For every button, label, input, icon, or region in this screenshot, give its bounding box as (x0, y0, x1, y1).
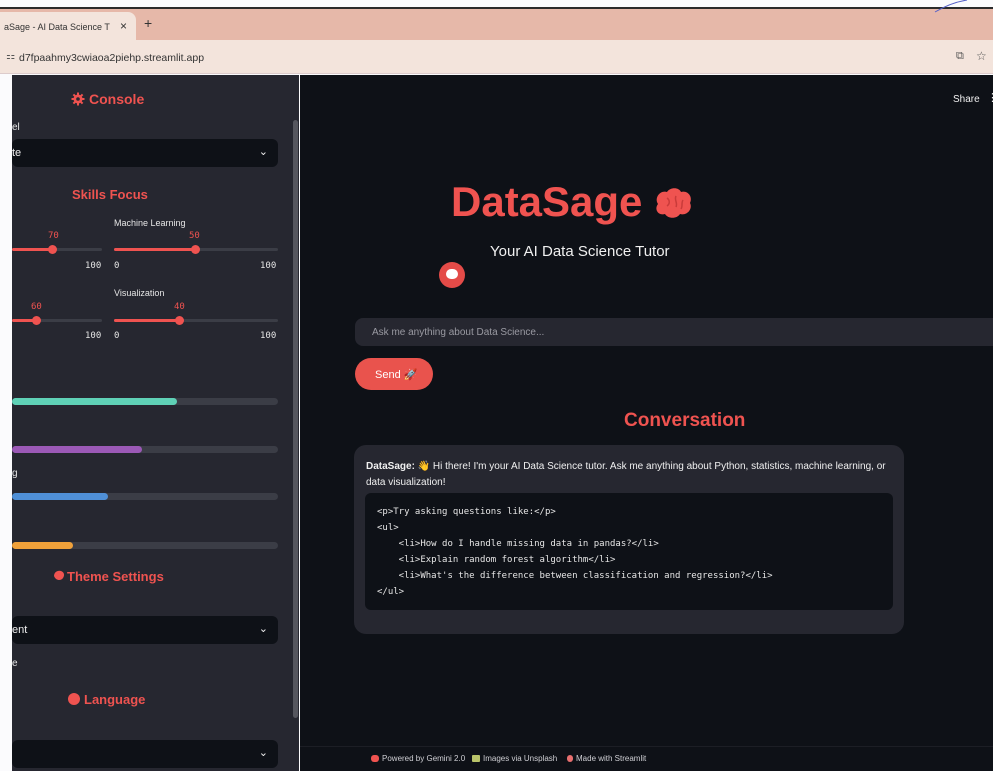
message-text: DataSage: 👋 Hi there! I'm your AI Data S… (366, 459, 896, 491)
tab-close-icon[interactable]: × (120, 19, 127, 33)
theme-select[interactable]: ent ⌄ (12, 616, 278, 644)
model-label: el (12, 122, 20, 133)
slider-label-visualization: Visualization (114, 288, 165, 298)
footer-streamlit-text: Made with Streamlit (576, 754, 647, 763)
message-body: 👋 Hi there! I'm your AI Data Science tut… (366, 461, 886, 488)
model-select[interactable]: te ⌄ (12, 139, 278, 167)
theme-select-value: ent (12, 624, 28, 636)
progress-bar (12, 493, 278, 500)
footer-gemini[interactable]: Powered by Gemini 2.0 (371, 754, 465, 763)
language-select[interactable]: ⌄ (12, 740, 278, 768)
progress-bar (12, 446, 278, 453)
slider-thumb[interactable] (48, 245, 57, 254)
progress-bar-fill (12, 446, 143, 453)
skills-focus-heading: Skills Focus (72, 187, 148, 202)
code-line: <li>How do I handle missing data in pand… (377, 539, 659, 549)
sidebar-scrollbar[interactable] (293, 120, 298, 718)
footer-unsplash-text: Images via Unsplash (483, 754, 558, 763)
send-button[interactable]: Send 🚀 (355, 358, 433, 390)
slider-value: 50 (189, 231, 200, 241)
slider-value: 40 (174, 302, 185, 312)
gear-icon (71, 92, 85, 106)
slider-min: 0 (114, 261, 120, 271)
chat-bubble-icon (446, 269, 458, 279)
slider-thumb[interactable] (32, 316, 41, 325)
slider-thumb[interactable] (191, 245, 200, 254)
open-in-app-icon[interactable]: ⧉ (956, 50, 964, 63)
address-bar[interactable]: ⚏ d7fpaahmy3cwiaoa2piehp.streamlit.app ⧉… (0, 40, 993, 74)
code-line: </ul> (377, 587, 405, 597)
chat-bubble-button[interactable] (439, 262, 465, 288)
chevron-down-icon: ⌄ (258, 146, 268, 158)
code-line: <li>What's the difference between classi… (377, 571, 773, 581)
slider-min: 0 (114, 331, 120, 341)
progress-label: g (12, 468, 18, 479)
progress-bar (12, 398, 278, 405)
footer-gemini-text: Powered by Gemini 2.0 (382, 754, 466, 763)
theme-option-label: e (12, 658, 18, 669)
message-sender: DataSage: (366, 461, 415, 472)
slider-fill (12, 248, 53, 251)
ask-input-container[interactable] (355, 318, 993, 346)
share-button[interactable]: Share (953, 94, 980, 105)
slider-fill (114, 319, 179, 322)
chevron-down-icon: ⌄ (258, 623, 268, 635)
sidebar (12, 75, 299, 771)
new-tab-icon[interactable]: + (144, 15, 152, 31)
footer-unsplash[interactable]: Images via Unsplash (472, 754, 557, 763)
ask-input[interactable] (355, 318, 993, 346)
footer-streamlit[interactable]: Made with Streamlit (567, 754, 646, 763)
paintbrush-icon (567, 755, 573, 762)
slider-value: 60 (31, 302, 42, 312)
browser-tab-strip: aSage - AI Data Science T × + (0, 7, 993, 42)
slider-value: 70 (48, 231, 59, 241)
code-line: <p>Try asking questions like:</p> (377, 507, 556, 517)
code-line: <ul> (377, 523, 399, 533)
more-menu-icon[interactable]: ⋮ (987, 91, 993, 104)
progress-bar-fill (12, 493, 108, 500)
screenshot-frame: aSage - AI Data Science T × + ⚏ d7fpaahm… (0, 0, 993, 771)
globe-icon (68, 693, 80, 705)
chat-message: DataSage: 👋 Hi there! I'm your AI Data S… (354, 445, 904, 634)
language-heading: Language (84, 692, 146, 707)
slider-fill (114, 248, 196, 251)
console-heading: Console (89, 91, 145, 107)
chevron-down-icon: ⌄ (258, 747, 268, 759)
model-select-value: te (12, 147, 22, 159)
decorative-arc (934, 0, 968, 13)
slider-max: 100 (260, 331, 277, 341)
slider-max: 100 (260, 261, 277, 271)
palette-icon (54, 570, 65, 581)
progress-bar-fill (12, 542, 74, 549)
code-block: <p>Try asking questions like:</p> <ul> <… (365, 493, 893, 610)
page-subtitle: Your AI Data Science Tutor (490, 243, 670, 260)
theme-settings-heading: Theme Settings (67, 569, 164, 584)
picture-icon (472, 755, 480, 762)
browser-tab[interactable]: aSage - AI Data Science T × (0, 12, 136, 42)
slider-max: 100 (85, 261, 102, 271)
send-button-label: Send 🚀 (375, 369, 418, 381)
page-title: DataSage (451, 178, 643, 225)
slider-max: 100 (85, 331, 102, 341)
conversation-heading: Conversation (624, 410, 746, 431)
brain-icon (656, 188, 691, 218)
bookmark-star-icon[interactable]: ☆ (976, 49, 987, 63)
slider-label-machine-learning: Machine Learning (114, 218, 186, 228)
url-text[interactable]: d7fpaahmy3cwiaoa2piehp.streamlit.app (19, 52, 204, 64)
slider-thumb[interactable] (175, 316, 184, 325)
progress-bar-fill (12, 398, 177, 405)
brain-icon (371, 755, 379, 762)
code-line: <li>Explain random forest algorithm</li> (377, 555, 616, 565)
site-info-icon[interactable]: ⚏ (6, 51, 15, 62)
progress-bar (12, 542, 278, 549)
browser-tab-title: aSage - AI Data Science T (4, 22, 110, 32)
